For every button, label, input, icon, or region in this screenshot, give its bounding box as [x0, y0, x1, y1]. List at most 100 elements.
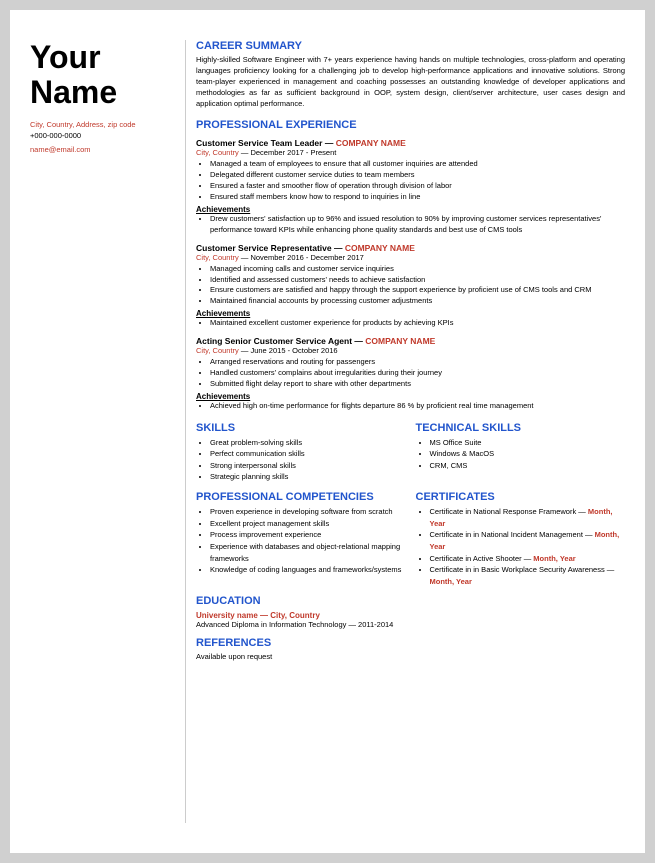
achievements-label-3: Achievements: [196, 392, 625, 401]
cert-highlight-3: Month, Year: [533, 554, 575, 563]
job-achievements-2: Maintained excellent customer experience…: [210, 318, 625, 329]
technical-skills-title: TECHNICAL SKILLS: [416, 422, 626, 434]
address: City, Country, Address, zip code: [30, 120, 170, 131]
job-achievements-3: Achieved high on-time performance for fl…: [210, 401, 625, 412]
competencies-section: PROFESSIONAL COMPETENCIES Proven experie…: [196, 483, 625, 587]
list-item: CRM, CMS: [430, 460, 626, 472]
list-item: Delegated different customer service dut…: [210, 170, 625, 181]
list-item: MS Office Suite: [430, 437, 626, 449]
left-column: Your Name City, Country, Address, zip co…: [30, 40, 185, 823]
cert-text-3: Certificate in Active Shooter —: [430, 554, 534, 563]
cert-text-4: Certificate in in Basic Workplace Securi…: [430, 565, 615, 574]
job-title-1: Customer Service Team Leader — COMPANY N…: [196, 138, 625, 148]
list-item: Strong interpersonal skills: [210, 460, 406, 472]
certificates-title: CERTIFICATES: [416, 491, 626, 503]
list-item: Managed incoming calls and customer serv…: [210, 264, 625, 275]
list-item: Proven experience in developing software…: [210, 506, 406, 518]
list-item: Maintained financial accounts by process…: [210, 296, 625, 307]
job-city-3: City, Country: [196, 346, 239, 355]
list-item: Excellent project management skills: [210, 518, 406, 530]
job-title-3-label: Acting Senior Customer Service Agent: [196, 336, 352, 346]
cert-text-2: Certificate in in National Incident Mana…: [430, 530, 595, 539]
technical-skills-col: TECHNICAL SKILLS MS Office Suite Windows…: [416, 414, 626, 484]
company-name-2: COMPANY NAME: [345, 243, 415, 253]
references-section: REFERENCES Available upon request: [196, 637, 625, 661]
list-item: Great problem-solving skills: [210, 437, 406, 449]
list-item: Certificate in in Basic Workplace Securi…: [430, 564, 626, 587]
list-item: Submitted flight delay report to share w…: [210, 379, 625, 390]
job-dash-1: —: [322, 138, 335, 148]
university-location: — City, Country: [258, 611, 320, 620]
job-achievements-1: Drew customers' satisfaction up to 96% a…: [210, 214, 625, 236]
list-item: Identified and assessed customers' needs…: [210, 275, 625, 286]
list-item: Experience with databases and object-rel…: [210, 541, 406, 564]
list-item: Certificate in in National Incident Mana…: [430, 529, 626, 552]
company-name-3: COMPANY NAME: [365, 336, 435, 346]
achievements-label-2: Achievements: [196, 309, 625, 318]
skills-col: SKILLS Great problem-solving skills Perf…: [196, 414, 406, 484]
list-item: Ensured staff members know how to respon…: [210, 192, 625, 203]
career-summary-title: CAREER SUMMARY: [196, 40, 625, 52]
list-item: Arranged reservations and routing for pa…: [210, 357, 625, 368]
cert-text-1: Certificate in National Response Framewo…: [430, 507, 588, 516]
list-item: Certificate in National Response Framewo…: [430, 506, 626, 529]
skills-list: Great problem-solving skills Perfect com…: [210, 437, 406, 484]
list-item: Handled customers' complains about irreg…: [210, 368, 625, 379]
list-item: Achieved high on-time performance for fl…: [210, 401, 625, 412]
job-location-1: City, Country — December 2017 - Present: [196, 148, 625, 157]
first-name: Your: [30, 40, 170, 75]
list-item: Ensure customers are satisfied and happy…: [210, 285, 625, 296]
job-duties-1: Managed a team of employees to ensure th…: [210, 159, 625, 203]
job-location-3: City, Country — June 2015 - October 2016: [196, 346, 625, 355]
right-column: CAREER SUMMARY Highly-skilled Software E…: [185, 40, 625, 823]
job-title-3: Acting Senior Customer Service Agent — C…: [196, 336, 625, 346]
job-dates-2: — November 2016 - December 2017: [239, 253, 364, 262]
list-item: Ensured a faster and smoother flow of op…: [210, 181, 625, 192]
list-item: Process improvement experience: [210, 529, 406, 541]
technical-skills-list: MS Office Suite Windows & MacOS CRM, CMS: [430, 437, 626, 472]
competencies-list: Proven experience in developing software…: [210, 506, 406, 576]
competencies-title: PROFESSIONAL COMPETENCIES: [196, 491, 406, 503]
job-duties-2: Managed incoming calls and customer serv…: [210, 264, 625, 308]
university-block: University name — City, Country: [196, 610, 625, 620]
job-city-1: City, Country: [196, 148, 239, 157]
certificates-col: CERTIFICATES Certificate in National Res…: [416, 483, 626, 587]
job-location-2: City, Country — November 2016 - December…: [196, 253, 625, 262]
job-dash-3: —: [352, 336, 365, 346]
job-dates-1: — December 2017 - Present: [239, 148, 337, 157]
job-city-2: City, Country: [196, 253, 239, 262]
contact-block: City, Country, Address, zip code +000-00…: [30, 120, 170, 154]
job-dates-3: — June 2015 - October 2016: [239, 346, 338, 355]
list-item: Strategic planning skills: [210, 471, 406, 483]
phone: +000-000-0000: [30, 131, 170, 142]
last-name: Name: [30, 75, 170, 110]
job-title-1-label: Customer Service Team Leader: [196, 138, 322, 148]
career-summary-text: Highly-skilled Software Engineer with 7+…: [196, 55, 625, 109]
skills-title: SKILLS: [196, 422, 406, 434]
achievements-label-1: Achievements: [196, 205, 625, 214]
resume-page: Your Name City, Country, Address, zip co…: [10, 10, 645, 853]
list-item: Maintained excellent customer experience…: [210, 318, 625, 329]
job-title-2-label: Customer Service Representative: [196, 243, 332, 253]
list-item: Windows & MacOS: [430, 448, 626, 460]
list-item: Perfect communication skills: [210, 448, 406, 460]
cert-highlight-4: Month, Year: [430, 577, 472, 586]
university-name: University name: [196, 611, 258, 620]
job-dash-2: —: [332, 243, 345, 253]
list-item: Knowledge of coding languages and framew…: [210, 564, 406, 576]
references-title: REFERENCES: [196, 637, 625, 649]
certificates-list: Certificate in National Response Framewo…: [430, 506, 626, 587]
job-duties-3: Arranged reservations and routing for pa…: [210, 357, 625, 390]
company-name-1: COMPANY NAME: [336, 138, 406, 148]
name-block: Your Name: [30, 40, 170, 110]
list-item: Managed a team of employees to ensure th…: [210, 159, 625, 170]
email: name@email.com: [30, 145, 170, 154]
competencies-col: PROFESSIONAL COMPETENCIES Proven experie…: [196, 483, 406, 587]
list-item: Certificate in Active Shooter — Month, Y…: [430, 553, 626, 565]
professional-experience-title: PROFESSIONAL EXPERIENCE: [196, 119, 625, 131]
list-item: Drew customers' satisfaction up to 96% a…: [210, 214, 625, 236]
education-section: EDUCATION University name — City, Countr…: [196, 595, 625, 629]
skills-section: SKILLS Great problem-solving skills Perf…: [196, 414, 625, 484]
job-title-2: Customer Service Representative — COMPAN…: [196, 243, 625, 253]
education-title: EDUCATION: [196, 595, 625, 607]
